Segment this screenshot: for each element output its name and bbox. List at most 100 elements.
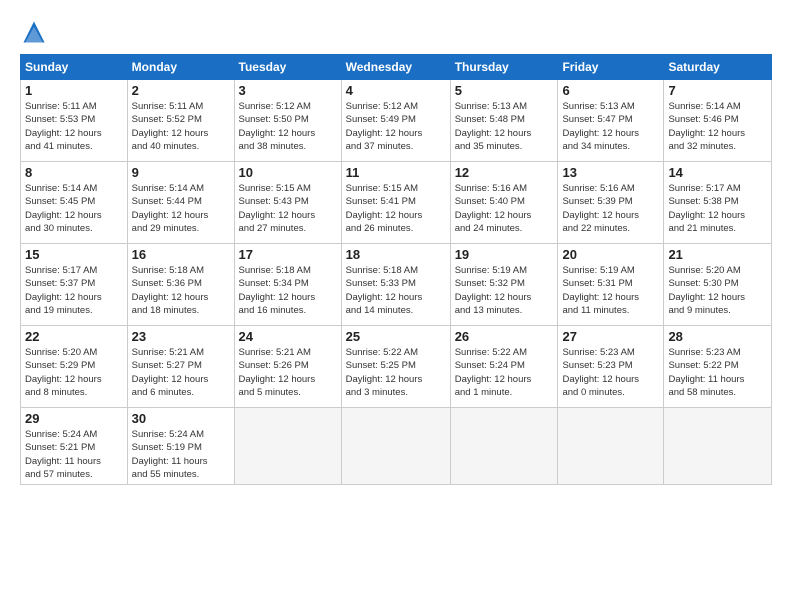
calendar-header-row: SundayMondayTuesdayWednesdayThursdayFrid… [21,55,772,80]
day-info: Sunrise: 5:16 AMSunset: 5:40 PMDaylight:… [455,182,554,235]
calendar-table: SundayMondayTuesdayWednesdayThursdayFrid… [20,54,772,485]
calendar-cell: 27 Sunrise: 5:23 AMSunset: 5:23 PMDayligh… [558,326,664,408]
calendar-cell [558,408,664,485]
day-info: Sunrise: 5:23 AMSunset: 5:23 PMDaylight:… [562,346,659,399]
calendar-cell: 2Sunrise: 5:11 AMSunset: 5:52 PMDaylight… [127,80,234,162]
calendar-cell: 10 Sunrise: 5:15 AMSunset: 5:43 PMDayligh… [234,162,341,244]
day-info: Sunrise: 5:14 AMSunset: 5:45 PMDaylight:… [25,182,123,235]
calendar-cell: 28Sunrise: 5:23 AMSunset: 5:22 PMDayligh… [664,326,772,408]
day-info: Sunrise: 5:19 AMSunset: 5:32 PMDaylight:… [455,264,554,317]
day-number: 12 [455,165,554,180]
week-row-4: 22 Sunrise: 5:20 AMSunset: 5:29 PMDayligh… [21,326,772,408]
calendar-cell [341,408,450,485]
day-number: 5 [455,83,554,98]
day-info: Sunrise: 5:18 AMSunset: 5:34 PMDaylight:… [239,264,337,317]
day-info: Sunrise: 5:19 AMSunset: 5:31 PMDaylight:… [562,264,659,317]
calendar-cell: 26Sunrise: 5:22 AMSunset: 5:24 PMDayligh… [450,326,558,408]
calendar-cell: 30 Sunrise: 5:24 AMSunset: 5:19 PMDayligh… [127,408,234,485]
week-row-1: 1 Sunrise: 5:11 AMSunset: 5:53 PMDaylight… [21,80,772,162]
calendar-cell: 1 Sunrise: 5:11 AMSunset: 5:53 PMDaylight… [21,80,128,162]
calendar-cell: 20 Sunrise: 5:19 AMSunset: 5:31 PMDayligh… [558,244,664,326]
day-info: Sunrise: 5:21 AMSunset: 5:27 PMDaylight:… [132,346,230,399]
day-info: Sunrise: 5:14 AMSunset: 5:44 PMDaylight:… [132,182,230,235]
calendar-cell: 15 Sunrise: 5:17 AMSunset: 5:37 PMDayligh… [21,244,128,326]
day-info: Sunrise: 5:22 AMSunset: 5:24 PMDaylight:… [455,346,554,399]
day-info: Sunrise: 5:20 AMSunset: 5:29 PMDaylight:… [25,346,123,399]
day-number: 4 [346,83,446,98]
day-info: Sunrise: 5:24 AMSunset: 5:21 PMDaylight:… [25,428,123,481]
day-number: 29 [25,411,123,426]
week-row-3: 15 Sunrise: 5:17 AMSunset: 5:37 PMDayligh… [21,244,772,326]
day-number: 9 [132,165,230,180]
day-info: Sunrise: 5:16 AMSunset: 5:39 PMDaylight:… [562,182,659,235]
header [20,18,772,46]
day-info: Sunrise: 5:13 AMSunset: 5:48 PMDaylight:… [455,100,554,153]
calendar-cell: 7 Sunrise: 5:14 AMSunset: 5:46 PMDaylight… [664,80,772,162]
day-number: 20 [562,247,659,262]
day-number: 7 [668,83,767,98]
day-number: 25 [346,329,446,344]
day-number: 23 [132,329,230,344]
day-number: 15 [25,247,123,262]
calendar-cell: 3 Sunrise: 5:12 AMSunset: 5:50 PMDaylight… [234,80,341,162]
day-number: 3 [239,83,337,98]
day-number: 19 [455,247,554,262]
calendar-cell: 5 Sunrise: 5:13 AMSunset: 5:48 PMDaylight… [450,80,558,162]
calendar-cell: 17 Sunrise: 5:18 AMSunset: 5:34 PMDayligh… [234,244,341,326]
day-number: 14 [668,165,767,180]
calendar-cell: 6 Sunrise: 5:13 AMSunset: 5:47 PMDaylight… [558,80,664,162]
calendar-cell: 25 Sunrise: 5:22 AMSunset: 5:25 PMDayligh… [341,326,450,408]
calendar-cell [234,408,341,485]
day-info: Sunrise: 5:20 AMSunset: 5:30 PMDaylight:… [668,264,767,317]
calendar-cell [450,408,558,485]
day-number: 30 [132,411,230,426]
calendar-cell: 29 Sunrise: 5:24 AMSunset: 5:21 PMDayligh… [21,408,128,485]
day-number: 11 [346,165,446,180]
week-row-5: 29 Sunrise: 5:24 AMSunset: 5:21 PMDayligh… [21,408,772,485]
day-info: Sunrise: 5:23 AMSunset: 5:22 PMDaylight:… [668,346,767,399]
calendar-cell: 14 Sunrise: 5:17 AMSunset: 5:38 PMDayligh… [664,162,772,244]
day-number: 17 [239,247,337,262]
day-number: 16 [132,247,230,262]
calendar-cell: 16Sunrise: 5:18 AMSunset: 5:36 PMDayligh… [127,244,234,326]
day-number: 8 [25,165,123,180]
day-info: Sunrise: 5:14 AMSunset: 5:46 PMDaylight:… [668,100,767,153]
day-info: Sunrise: 5:13 AMSunset: 5:47 PMDaylight:… [562,100,659,153]
day-number: 13 [562,165,659,180]
day-number: 22 [25,329,123,344]
calendar-header-thursday: Thursday [450,55,558,80]
day-info: Sunrise: 5:15 AMSunset: 5:43 PMDaylight:… [239,182,337,235]
day-info: Sunrise: 5:12 AMSunset: 5:50 PMDaylight:… [239,100,337,153]
calendar-cell: 19 Sunrise: 5:19 AMSunset: 5:32 PMDayligh… [450,244,558,326]
day-info: Sunrise: 5:12 AMSunset: 5:49 PMDaylight:… [346,100,446,153]
day-number: 24 [239,329,337,344]
day-number: 1 [25,83,123,98]
day-info: Sunrise: 5:24 AMSunset: 5:19 PMDaylight:… [132,428,230,481]
calendar-cell: 11 Sunrise: 5:15 AMSunset: 5:41 PMDayligh… [341,162,450,244]
calendar-header-sunday: Sunday [21,55,128,80]
calendar-cell: 4 Sunrise: 5:12 AMSunset: 5:49 PMDaylight… [341,80,450,162]
calendar-cell: 8 Sunrise: 5:14 AMSunset: 5:45 PMDaylight… [21,162,128,244]
calendar-header-wednesday: Wednesday [341,55,450,80]
day-info: Sunrise: 5:17 AMSunset: 5:38 PMDaylight:… [668,182,767,235]
calendar-header-monday: Monday [127,55,234,80]
day-info: Sunrise: 5:18 AMSunset: 5:33 PMDaylight:… [346,264,446,317]
day-number: 2 [132,83,230,98]
day-number: 18 [346,247,446,262]
day-number: 10 [239,165,337,180]
day-info: Sunrise: 5:17 AMSunset: 5:37 PMDaylight:… [25,264,123,317]
day-number: 27 [562,329,659,344]
calendar-cell [664,408,772,485]
day-info: Sunrise: 5:21 AMSunset: 5:26 PMDaylight:… [239,346,337,399]
calendar-header-friday: Friday [558,55,664,80]
calendar-header-saturday: Saturday [664,55,772,80]
calendar-page: SundayMondayTuesdayWednesdayThursdayFrid… [0,0,792,612]
day-info: Sunrise: 5:11 AMSunset: 5:53 PMDaylight:… [25,100,123,153]
day-info: Sunrise: 5:15 AMSunset: 5:41 PMDaylight:… [346,182,446,235]
day-info: Sunrise: 5:22 AMSunset: 5:25 PMDaylight:… [346,346,446,399]
day-number: 21 [668,247,767,262]
calendar-cell: 12 Sunrise: 5:16 AMSunset: 5:40 PMDayligh… [450,162,558,244]
week-row-2: 8 Sunrise: 5:14 AMSunset: 5:45 PMDaylight… [21,162,772,244]
day-number: 6 [562,83,659,98]
calendar-header-tuesday: Tuesday [234,55,341,80]
